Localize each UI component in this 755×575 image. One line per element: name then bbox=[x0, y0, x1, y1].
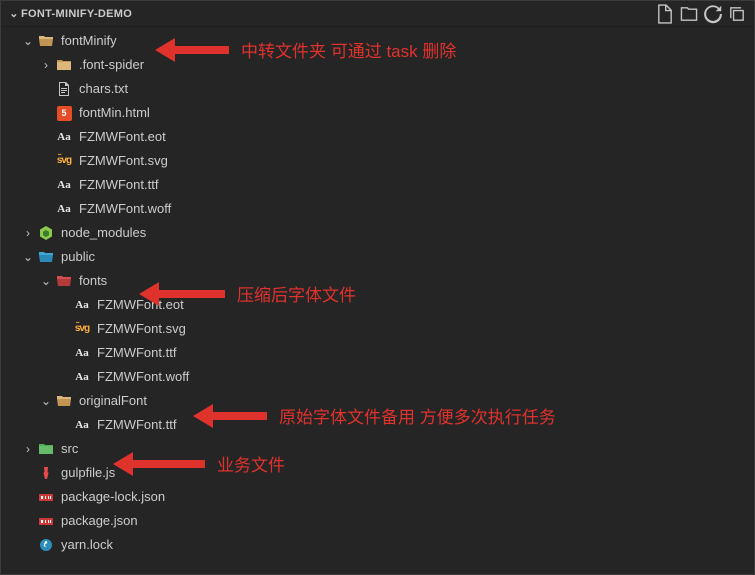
new-file-icon bbox=[654, 3, 676, 25]
refresh-button[interactable] bbox=[702, 3, 724, 25]
new-folder-icon bbox=[678, 3, 700, 25]
chevron-down-icon: ⌄ bbox=[39, 269, 53, 293]
file-fonts-woff[interactable]: Aa FZMWFont.woff bbox=[1, 365, 754, 389]
folder-label: src bbox=[61, 437, 78, 461]
file-package-json[interactable]: package.json bbox=[1, 509, 754, 533]
folder-public[interactable]: ⌄ public bbox=[1, 245, 754, 269]
npm-icon bbox=[37, 513, 55, 529]
chevron-right-icon: › bbox=[21, 221, 35, 245]
collapse-icon bbox=[726, 3, 748, 25]
file-label: FZMWFont.eot bbox=[97, 293, 184, 317]
chevron-down-icon: ⌄ bbox=[7, 7, 21, 20]
chevron-down-icon: ⌄ bbox=[21, 29, 35, 53]
file-label: gulpfile.js bbox=[61, 461, 115, 485]
font-file-icon: Aa bbox=[73, 413, 91, 437]
font-file-icon: Aa bbox=[55, 197, 73, 221]
text-file-icon bbox=[55, 81, 73, 97]
folder-label: fonts bbox=[79, 269, 107, 293]
html-file-icon: 5 bbox=[55, 106, 73, 121]
file-label: FZMWFont.woff bbox=[79, 197, 171, 221]
folder-icon bbox=[55, 57, 73, 73]
font-file-icon: Aa bbox=[55, 173, 73, 197]
file-fonts-eot[interactable]: Aa FZMWFont.eot bbox=[1, 293, 754, 317]
chevron-right-icon: › bbox=[39, 53, 53, 77]
file-woff[interactable]: Aa FZMWFont.woff bbox=[1, 197, 754, 221]
font-file-icon: Aa bbox=[73, 341, 91, 365]
refresh-icon bbox=[702, 3, 724, 25]
file-label: FZMWFont.ttf bbox=[97, 341, 176, 365]
file-fonts-ttf[interactable]: Aa FZMWFont.ttf bbox=[1, 341, 754, 365]
file-label: chars.txt bbox=[79, 77, 128, 101]
project-title: FONT-MINIFY-DEMO bbox=[21, 8, 654, 20]
file-fontmin-html[interactable]: 5 fontMin.html bbox=[1, 101, 754, 125]
svg-file-icon: s̃vg bbox=[73, 317, 91, 341]
explorer-panel: ⌄ FONT-MINIFY-DEMO ⌄ fontMinify bbox=[0, 0, 755, 575]
file-label: FZMWFont.woff bbox=[97, 365, 189, 389]
folder-label: originalFont bbox=[79, 389, 147, 413]
file-label: package-lock.json bbox=[61, 485, 165, 509]
file-package-lock[interactable]: package-lock.json bbox=[1, 485, 754, 509]
file-svg[interactable]: s̃vg FZMWFont.svg bbox=[1, 149, 754, 173]
folder-label: .font-spider bbox=[79, 53, 144, 77]
header-actions bbox=[654, 3, 748, 25]
file-gulpfile[interactable]: gulpfile.js bbox=[1, 461, 754, 485]
src-folder-icon bbox=[37, 441, 55, 457]
folder-open-icon bbox=[55, 273, 73, 289]
file-fonts-svg[interactable]: s̃vg FZMWFont.svg bbox=[1, 317, 754, 341]
folder-node-modules[interactable]: › node_modules bbox=[1, 221, 754, 245]
file-eot[interactable]: Aa FZMWFont.eot bbox=[1, 125, 754, 149]
font-file-icon: Aa bbox=[73, 365, 91, 389]
folder-label: fontMinify bbox=[61, 29, 117, 53]
folder-open-icon bbox=[37, 249, 55, 265]
font-file-icon: Aa bbox=[55, 125, 73, 149]
chevron-down-icon: ⌄ bbox=[21, 245, 35, 269]
file-yarn-lock[interactable]: yarn.lock bbox=[1, 533, 754, 557]
svg-file-icon: s̃vg bbox=[55, 149, 73, 173]
file-ttf[interactable]: Aa FZMWFont.ttf bbox=[1, 173, 754, 197]
folder-open-icon bbox=[55, 393, 73, 409]
folder-open-icon bbox=[37, 33, 55, 49]
font-file-icon: Aa bbox=[73, 293, 91, 317]
file-label: FZMWFont.ttf bbox=[79, 173, 158, 197]
chevron-down-icon: ⌄ bbox=[39, 389, 53, 413]
new-folder-button[interactable] bbox=[678, 3, 700, 25]
folder-originalFont[interactable]: ⌄ originalFont bbox=[1, 389, 754, 413]
file-tree[interactable]: ⌄ fontMinify › .font-spider chars.txt 5 … bbox=[1, 27, 754, 574]
file-label: package.json bbox=[61, 509, 138, 533]
chevron-right-icon: › bbox=[21, 437, 35, 461]
collapse-all-button[interactable] bbox=[726, 3, 748, 25]
explorer-header[interactable]: ⌄ FONT-MINIFY-DEMO bbox=[1, 1, 754, 27]
npm-icon bbox=[37, 489, 55, 505]
file-chars-txt[interactable]: chars.txt bbox=[1, 77, 754, 101]
folder-fontMinify[interactable]: ⌄ fontMinify bbox=[1, 29, 754, 53]
file-label: FZMWFont.ttf bbox=[97, 413, 176, 437]
folder-label: public bbox=[61, 245, 95, 269]
file-label: yarn.lock bbox=[61, 533, 113, 557]
new-file-button[interactable] bbox=[654, 3, 676, 25]
yarn-icon bbox=[37, 537, 55, 553]
folder-fonts[interactable]: ⌄ fonts bbox=[1, 269, 754, 293]
file-label: FZMWFont.eot bbox=[79, 125, 166, 149]
folder-label: node_modules bbox=[61, 221, 146, 245]
gulp-icon bbox=[37, 465, 55, 481]
folder-font-spider[interactable]: › .font-spider bbox=[1, 53, 754, 77]
file-label: FZMWFont.svg bbox=[97, 317, 186, 341]
folder-src[interactable]: › src bbox=[1, 437, 754, 461]
file-label: FZMWFont.svg bbox=[79, 149, 168, 173]
file-original-ttf[interactable]: Aa FZMWFont.ttf bbox=[1, 413, 754, 437]
node-modules-icon bbox=[37, 225, 55, 241]
file-label: fontMin.html bbox=[79, 101, 150, 125]
